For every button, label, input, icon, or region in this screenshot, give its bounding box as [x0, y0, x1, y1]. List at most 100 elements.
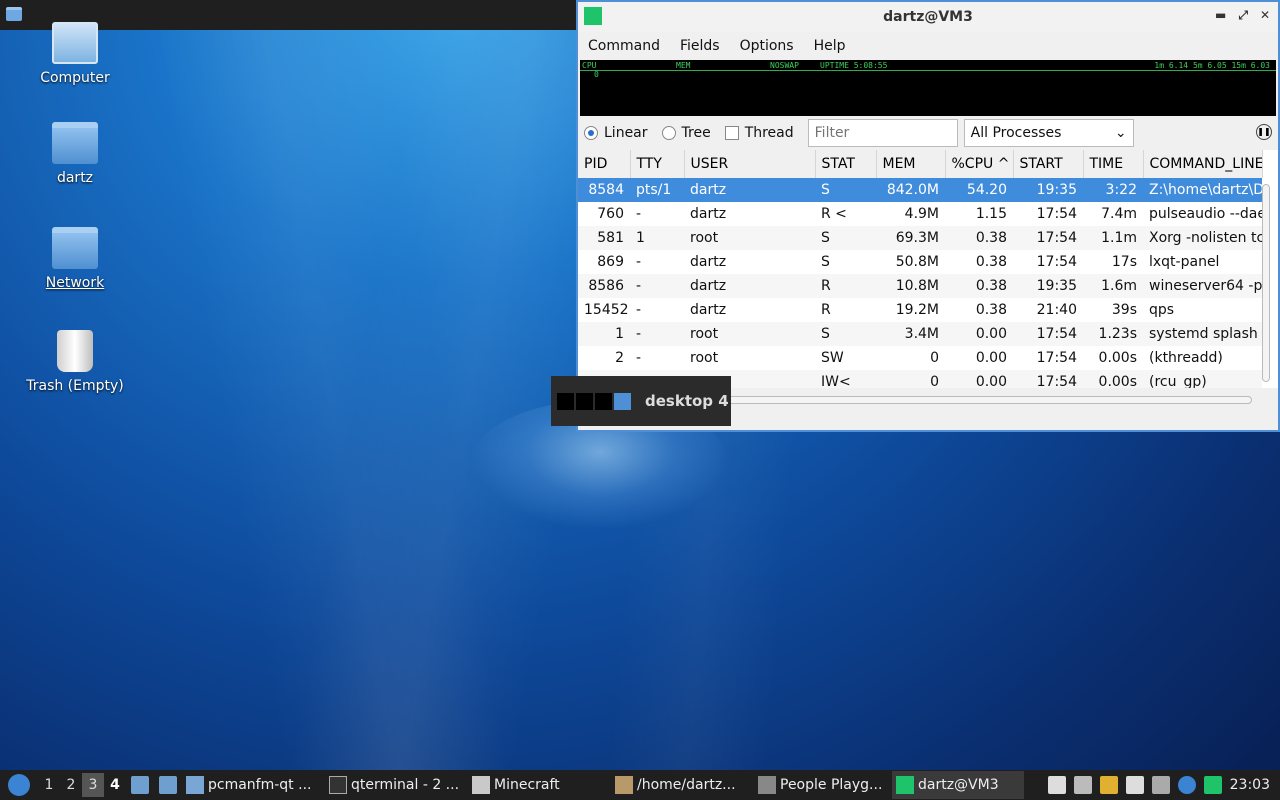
- window-titlebar[interactable]: dartz@VM3 ▬ ⤢ ✕: [578, 2, 1278, 32]
- show-desktop-icon[interactable]: [159, 776, 177, 794]
- graph-zero-label: 0: [594, 70, 599, 79]
- volume-icon[interactable]: [1073, 776, 1092, 794]
- horizontal-scrollbar[interactable]: [728, 396, 1252, 404]
- column-header-user[interactable]: USER: [684, 150, 816, 178]
- thread-checkbox[interactable]: [724, 126, 739, 140]
- cell-mem: 10.8M: [876, 274, 945, 298]
- process-viewer-window: dartz@VM3 ▬ ⤢ ✕ Command Fields Options H…: [576, 0, 1280, 432]
- task-label: People Playg...: [780, 777, 883, 793]
- cell-command: pulseaudio --dae: [1143, 202, 1262, 226]
- table-row[interactable]: 760 - dartz R < 4.9M 1.15 17:54 7.4m pul…: [578, 202, 1262, 226]
- cell-mem: 0: [876, 346, 945, 370]
- minimize-icon[interactable]: ▬: [1215, 8, 1226, 23]
- file-manager-launcher-icon[interactable]: [131, 776, 149, 794]
- clipboard-icon[interactable]: [1047, 776, 1066, 794]
- computer-icon: [52, 22, 98, 64]
- notes-icon[interactable]: [1125, 776, 1144, 794]
- table-row[interactable]: 8586 - dartz R 10.8M 0.38 19:35 1.6m win…: [578, 274, 1262, 298]
- vertical-scrollbar[interactable]: [1262, 184, 1270, 382]
- graph-load-label: 1m 6.14 5m 6.05 15m 6.03: [1154, 61, 1270, 70]
- table-row[interactable]: 15452 - dartz R 19.2M 0.38 21:40 39s qps: [578, 298, 1262, 322]
- network-icon[interactable]: [1151, 776, 1170, 794]
- cell-tty: -: [630, 250, 684, 274]
- table-row[interactable]: 869 - dartz S 50.8M 0.38 17:54 17s lxqt-…: [578, 250, 1262, 274]
- cell-mem: 69.3M: [876, 226, 945, 250]
- cell-stat: IW<: [815, 370, 876, 388]
- graph-baseline: [580, 70, 1276, 71]
- thread-option[interactable]: Thread: [724, 125, 794, 141]
- menu-help[interactable]: Help: [814, 38, 846, 54]
- filter-input[interactable]: [807, 119, 958, 147]
- table-row[interactable]: 2 - root SW 0 0.00 17:54 0.00s (kthreadd…: [578, 346, 1262, 370]
- workspace-2[interactable]: 2: [60, 773, 82, 797]
- pause-icon[interactable]: ❚❚: [1256, 124, 1272, 140]
- task-minecraft[interactable]: Minecraft: [468, 771, 603, 799]
- tree-radio[interactable]: [661, 126, 676, 140]
- cell-user: root: [684, 346, 815, 370]
- menu-options[interactable]: Options: [740, 38, 794, 54]
- cell-time: 0.00s: [1083, 346, 1143, 370]
- app-icon[interactable]: [584, 7, 602, 25]
- cell-time: 0.00s: [1083, 370, 1143, 388]
- cell-start: 17:54: [1013, 346, 1083, 370]
- cell-start: 19:35: [1013, 178, 1083, 202]
- menu-fields[interactable]: Fields: [680, 38, 720, 54]
- task-home-dartz[interactable]: /home/dartz...: [611, 771, 746, 799]
- column-header-pid[interactable]: PID: [578, 150, 631, 178]
- cell-start: 17:54: [1013, 250, 1083, 274]
- view-toolbar: Linear Tree Thread All Processes ⌄: [578, 116, 1278, 150]
- task-people-playground[interactable]: People Playg...: [754, 771, 884, 799]
- cell-command: (kthreadd): [1143, 346, 1262, 370]
- task-pcmanfm[interactable]: pcmanfm-qt ...: [182, 771, 317, 799]
- process-scope-select[interactable]: All Processes ⌄: [963, 119, 1134, 147]
- menu-command[interactable]: Command: [588, 38, 660, 54]
- desktop-icon-trash[interactable]: Trash (Empty): [15, 330, 135, 394]
- workspace-3[interactable]: 3: [82, 773, 104, 797]
- table-row[interactable]: 8584 pts/1 dartz S 842.0M 54.20 19:35 3:…: [578, 178, 1262, 202]
- column-header-stat[interactable]: STAT: [815, 150, 877, 178]
- table-row[interactable]: 581 1 root S 69.3M 0.38 17:54 1.1m Xorg …: [578, 226, 1262, 250]
- desktop-icon-computer[interactable]: Computer: [15, 22, 135, 86]
- info-icon[interactable]: [1177, 776, 1196, 794]
- linear-radio[interactable]: [584, 126, 598, 140]
- column-header-time[interactable]: TIME: [1083, 150, 1144, 178]
- column-header-mem[interactable]: MEM: [876, 150, 946, 178]
- column-header-tty[interactable]: TTY: [630, 150, 685, 178]
- start-menu-icon[interactable]: [8, 774, 30, 796]
- desktop-popup-label: desktop 4: [645, 392, 729, 410]
- task-dartz-vm3[interactable]: dartz@VM3: [892, 771, 1024, 799]
- column-header-cpu[interactable]: %CPU ^: [945, 150, 1014, 178]
- tree-option[interactable]: Tree: [661, 125, 711, 141]
- desktop-cell: [595, 392, 612, 410]
- cell-cpu: 1.15: [945, 202, 1013, 226]
- close-icon[interactable]: ✕: [1260, 8, 1270, 23]
- folder-icon[interactable]: [6, 7, 22, 21]
- cell-start: 17:54: [1013, 202, 1083, 226]
- workspace-1[interactable]: 1: [38, 773, 60, 797]
- task-qterminal[interactable]: qterminal - 2 ...: [325, 771, 460, 799]
- window-title: dartz@VM3: [883, 9, 973, 25]
- maximize-icon[interactable]: ⤢: [1238, 8, 1248, 23]
- taskbar: 1 2 3 4 pcmanfm-qt ... qterminal - 2 ...…: [0, 770, 1280, 800]
- cell-pid: 869: [578, 250, 630, 274]
- desktop-icon-home[interactable]: dartz: [15, 122, 135, 186]
- lock-icon[interactable]: [1099, 776, 1118, 794]
- package-icon: [615, 776, 633, 794]
- cell-tty: pts/1: [630, 178, 684, 202]
- cell-time: 1.6m: [1083, 274, 1143, 298]
- clock[interactable]: 23:03: [1230, 777, 1270, 793]
- workspace-4[interactable]: 4: [104, 773, 126, 797]
- column-header-command-line[interactable]: COMMAND_LINE: [1143, 150, 1263, 178]
- system-graph[interactable]: CPU 0 MEM NOSWAP UPTIME 5:08:55 1m 6.14 …: [580, 60, 1276, 116]
- cell-mem: 4.9M: [876, 202, 945, 226]
- graph-uptime-label: UPTIME 5:08:55: [820, 61, 888, 70]
- cell-mem: 842.0M: [876, 178, 945, 202]
- desktop-icon-network[interactable]: Network: [15, 227, 135, 291]
- desktop-icon-label: Computer: [40, 70, 110, 86]
- cell-command: Xorg -nolisten tc: [1143, 226, 1262, 250]
- table-row[interactable]: 1 - root S 3.4M 0.00 17:54 1.23s systemd…: [578, 322, 1262, 346]
- cell-cpu: 0.38: [945, 226, 1013, 250]
- app-tray-icon[interactable]: [1203, 776, 1222, 794]
- column-header-start[interactable]: START: [1013, 150, 1084, 178]
- linear-option[interactable]: Linear: [584, 125, 648, 141]
